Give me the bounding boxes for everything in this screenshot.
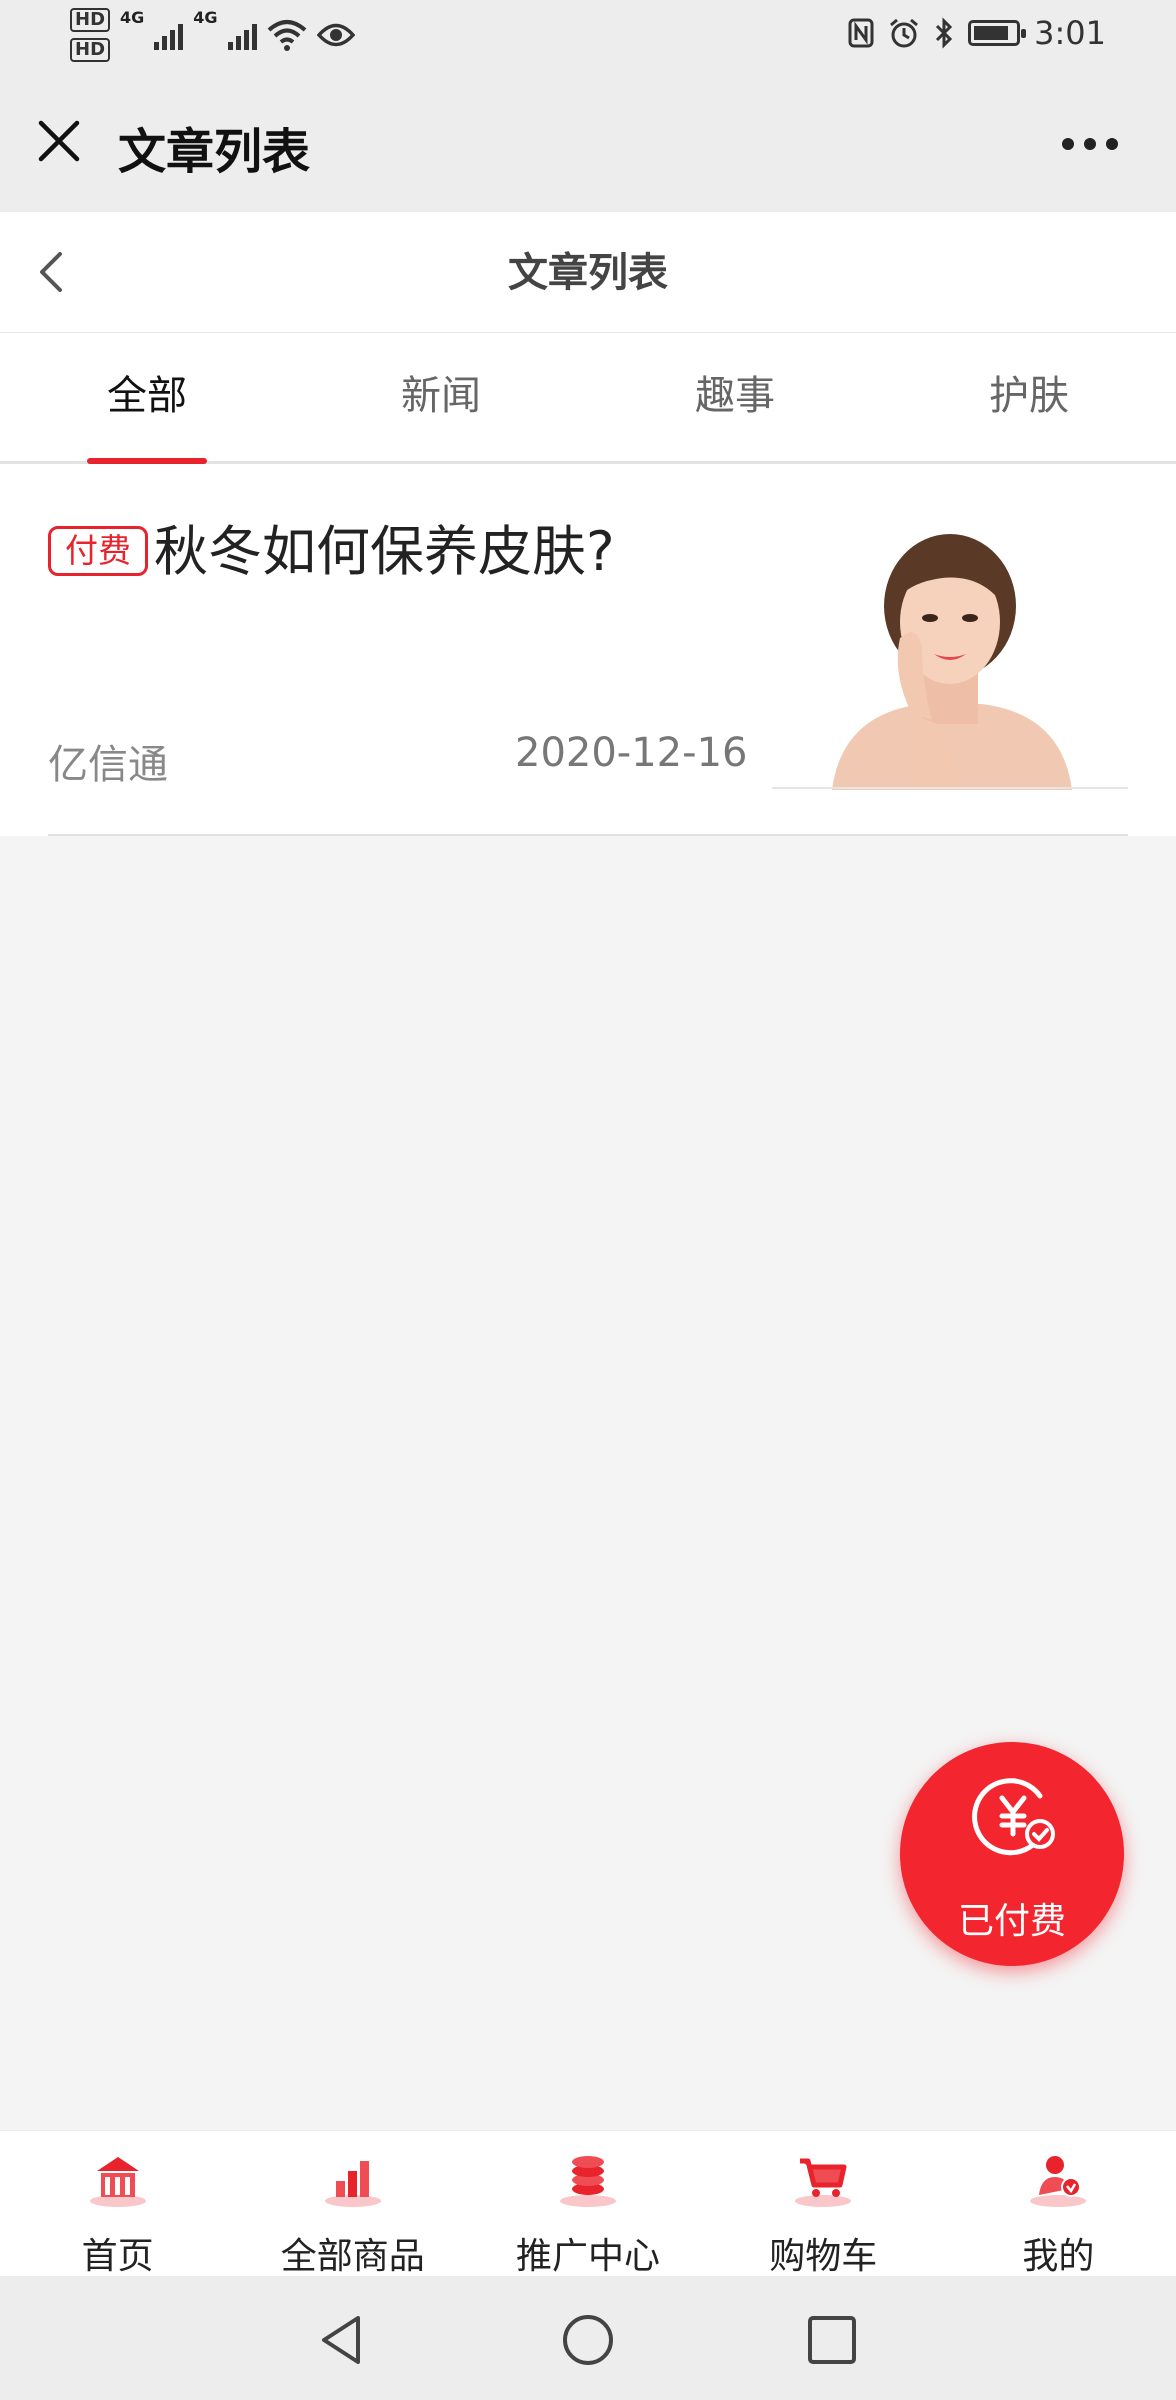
page-title: 文章列表 xyxy=(508,250,668,296)
nfc-icon xyxy=(848,18,874,48)
products-icon xyxy=(324,2161,381,2207)
battery-icon xyxy=(968,20,1027,46)
yuan-paid-icon xyxy=(972,1778,1055,1856)
system-recents-icon[interactable] xyxy=(806,2314,858,2366)
signal-icon-2 xyxy=(227,20,257,50)
home-icon xyxy=(89,2157,146,2207)
hd-badge-2: HD xyxy=(70,38,111,62)
nav-label-cart: 购物车 xyxy=(769,2236,878,2277)
nav-item-cart[interactable]: 购物车 xyxy=(706,2131,941,2277)
network-type-2: 4G xyxy=(193,8,218,27)
article-title[interactable]: 秋冬如何保养皮肤? xyxy=(154,520,615,584)
promotion-icon xyxy=(560,2156,616,2207)
paid-badge: 付费 xyxy=(48,526,148,576)
close-icon[interactable] xyxy=(36,118,82,164)
status-time: 3:01 xyxy=(1034,14,1106,52)
alarm-icon xyxy=(890,18,919,48)
hd-badge-1: HD xyxy=(70,8,111,32)
profile-icon xyxy=(1030,2156,1087,2207)
bluetooth-icon xyxy=(936,17,953,49)
more-options-icon[interactable] xyxy=(1062,138,1118,150)
system-home-icon[interactable] xyxy=(560,2312,616,2368)
article-divider xyxy=(48,834,1128,836)
nav-item-promotion[interactable]: 推广中心 xyxy=(470,2131,705,2277)
title-bar-title: 文章列表 xyxy=(118,124,311,180)
nav-label-products: 全部商品 xyxy=(280,2236,425,2277)
tab-fun[interactable]: 趣事 xyxy=(588,333,882,461)
system-back-icon[interactable] xyxy=(316,2312,366,2368)
nav-item-profile[interactable]: 我的 xyxy=(941,2131,1176,2277)
status-bar-left: HD HD 4G 4G xyxy=(70,8,355,62)
tab-news[interactable]: 新闻 xyxy=(294,333,588,461)
nav-item-home[interactable]: 首页 xyxy=(0,2131,235,2277)
article-author: 亿信通 xyxy=(48,742,168,788)
bottom-nav: 首页 全部商品 推广中心 购物车 我的 xyxy=(0,2130,1176,2277)
paid-filter-label: 已付费 xyxy=(957,1901,1066,1942)
status-bar-right: 3:01 xyxy=(848,14,1106,52)
article-date: 2020-12-16 xyxy=(515,730,748,776)
category-tabs: 全部 新闻 趣事 护肤 xyxy=(0,333,1176,464)
nav-label-profile: 我的 xyxy=(1022,2236,1095,2277)
tab-all[interactable]: 全部 xyxy=(0,333,294,464)
battery-level xyxy=(974,26,1009,40)
wifi-icon xyxy=(267,20,306,51)
paid-filter-button[interactable]: 已付费 xyxy=(900,1742,1124,1966)
signal-icon-1 xyxy=(154,20,184,50)
nav-label-promotion: 推广中心 xyxy=(516,2236,661,2277)
nav-label-home: 首页 xyxy=(81,2236,154,2277)
article-thumbnail[interactable] xyxy=(772,514,1128,790)
tab-skincare[interactable]: 护肤 xyxy=(882,333,1176,461)
eye-icon xyxy=(316,23,355,47)
cart-icon xyxy=(795,2158,852,2207)
nav-item-products[interactable]: 全部商品 xyxy=(235,2131,470,2277)
network-type-1: 4G xyxy=(120,8,145,27)
hd-indicators: HD HD xyxy=(70,8,111,62)
